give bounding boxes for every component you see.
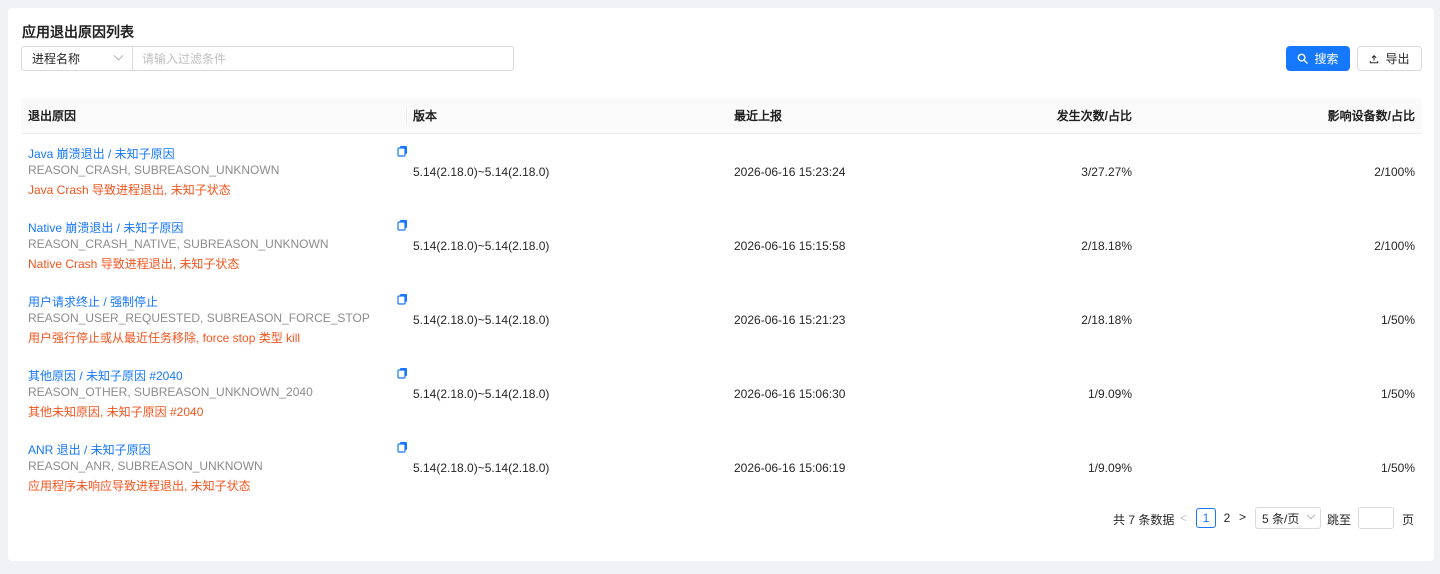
reason-description: 用户强行停止或从最近任务移除, force stop 类型 kill — [28, 331, 301, 345]
reason-code: REASON_CRASH, SUBREASON_UNKNOWN — [28, 163, 280, 177]
export-button-label: 导出 — [1385, 52, 1410, 66]
table-row: ANR 退出 / 未知子原因 REASON_ANR, SUBREASON_UNK… — [21, 432, 1422, 506]
reason-description: 其他未知原因, 未知子原因 #2040 — [28, 405, 204, 419]
chevron-down-icon — [1306, 510, 1316, 520]
copy-icon[interactable] — [397, 441, 408, 456]
table-row: Java 崩溃退出 / 未知子原因 REASON_CRASH, SUBREASO… — [21, 136, 1422, 210]
version-cell: 5.14(2.18.0)~5.14(2.18.0) — [413, 313, 550, 327]
search-button[interactable]: 搜索 — [1286, 46, 1350, 71]
table-header: 退出原因 版本 最近上报 发生次数/占比 影响设备数/占比 — [21, 98, 1422, 134]
reason-description: 应用程序未响应导致进程退出, 未知子状态 — [28, 479, 251, 493]
reason-description: Java Crash 导致进程退出, 未知子状态 — [28, 183, 231, 197]
table-row: Native 崩溃退出 / 未知子原因 REASON_CRASH_NATIVE,… — [21, 210, 1422, 284]
filter-field-label: 进程名称 — [32, 52, 81, 66]
export-button[interactable]: 导出 — [1357, 46, 1422, 71]
pagination-page-2[interactable]: 2 — [1218, 508, 1236, 528]
table-row: 用户请求终止 / 强制停止 REASON_USER_REQUESTED, SUB… — [21, 284, 1422, 358]
page-size-select[interactable]: 5 条/页 — [1255, 507, 1321, 529]
reason-code: REASON_USER_REQUESTED, SUBREASON_FORCE_S… — [28, 311, 370, 325]
pagination-page-1[interactable]: 1 — [1196, 508, 1216, 528]
last-report-cell: 2026-06-16 15:23:24 — [734, 165, 846, 179]
reason-title-link[interactable]: 其他原因 / 未知子原因 #2040 — [28, 367, 183, 384]
column-header-count-ratio: 发生次数/占比 — [1056, 109, 1132, 123]
reason-description: Native Crash 导致进程退出, 未知子状态 — [28, 257, 240, 271]
version-cell: 5.14(2.18.0)~5.14(2.18.0) — [413, 165, 550, 179]
jump-page-suffix: 页 — [1402, 513, 1415, 527]
page-size-label: 5 条/页 — [1262, 511, 1300, 526]
page-title: 应用退出原因列表 — [22, 24, 134, 40]
reason-title-link[interactable]: Java 崩溃退出 / 未知子原因 — [28, 145, 175, 162]
devices-ratio-cell: 2/100% — [1374, 239, 1415, 253]
table-row: 其他原因 / 未知子原因 #2040 REASON_OTHER, SUBREAS… — [21, 358, 1422, 432]
version-cell: 5.14(2.18.0)~5.14(2.18.0) — [413, 239, 550, 253]
copy-icon[interactable] — [397, 219, 408, 234]
reason-code: REASON_OTHER, SUBREASON_UNKNOWN_2040 — [28, 385, 313, 399]
reason-code: REASON_CRASH_NATIVE, SUBREASON_UNKNOWN — [28, 237, 329, 251]
column-header-reason: 退出原因 — [28, 109, 77, 123]
column-header-devices-ratio: 影响设备数/占比 — [1327, 109, 1415, 123]
last-report-cell: 2026-06-16 15:06:30 — [734, 387, 846, 401]
count-ratio-cell: 3/27.27% — [1081, 165, 1132, 179]
column-header-last-report: 最近上报 — [734, 109, 783, 123]
version-cell: 5.14(2.18.0)~5.14(2.18.0) — [413, 461, 550, 475]
count-ratio-cell: 2/18.18% — [1081, 239, 1132, 253]
last-report-cell: 2026-06-16 15:21:23 — [734, 313, 846, 327]
pagination-prev-button[interactable]: < — [1180, 511, 1187, 525]
column-header-version: 版本 — [413, 109, 438, 123]
count-ratio-cell: 2/18.18% — [1081, 313, 1132, 327]
copy-icon[interactable] — [397, 367, 408, 382]
copy-icon[interactable] — [397, 145, 408, 160]
filter-input[interactable] — [132, 46, 514, 71]
devices-ratio-cell: 1/50% — [1380, 387, 1415, 401]
reason-title-link[interactable]: ANR 退出 / 未知子原因 — [28, 441, 151, 458]
count-ratio-cell: 1/9.09% — [1087, 387, 1132, 401]
reason-title-link[interactable]: Native 崩溃退出 / 未知子原因 — [28, 219, 183, 236]
devices-ratio-cell: 1/50% — [1380, 313, 1415, 327]
reason-code: REASON_ANR, SUBREASON_UNKNOWN — [28, 459, 263, 473]
count-ratio-cell: 1/9.09% — [1087, 461, 1132, 475]
search-button-label: 搜索 — [1314, 52, 1339, 66]
chevron-down-icon — [113, 50, 124, 61]
jump-label: 跳至 — [1327, 513, 1352, 527]
jump-page-input[interactable] — [1358, 507, 1394, 529]
column-divider — [406, 108, 407, 124]
devices-ratio-cell: 2/100% — [1374, 165, 1415, 179]
upload-icon — [1369, 54, 1379, 64]
copy-icon[interactable] — [397, 293, 408, 308]
devices-ratio-cell: 1/50% — [1380, 461, 1415, 475]
filter-field-select[interactable]: 进程名称 — [21, 46, 133, 71]
reason-title-link[interactable]: 用户请求终止 / 强制停止 — [28, 293, 158, 310]
last-report-cell: 2026-06-16 15:06:19 — [734, 461, 846, 475]
pagination-next-button[interactable]: > — [1239, 510, 1246, 524]
version-cell: 5.14(2.18.0)~5.14(2.18.0) — [413, 387, 550, 401]
last-report-cell: 2026-06-16 15:15:58 — [734, 239, 846, 253]
search-icon — [1297, 53, 1309, 64]
pagination-total: 共 7 条数据 — [1113, 513, 1175, 527]
